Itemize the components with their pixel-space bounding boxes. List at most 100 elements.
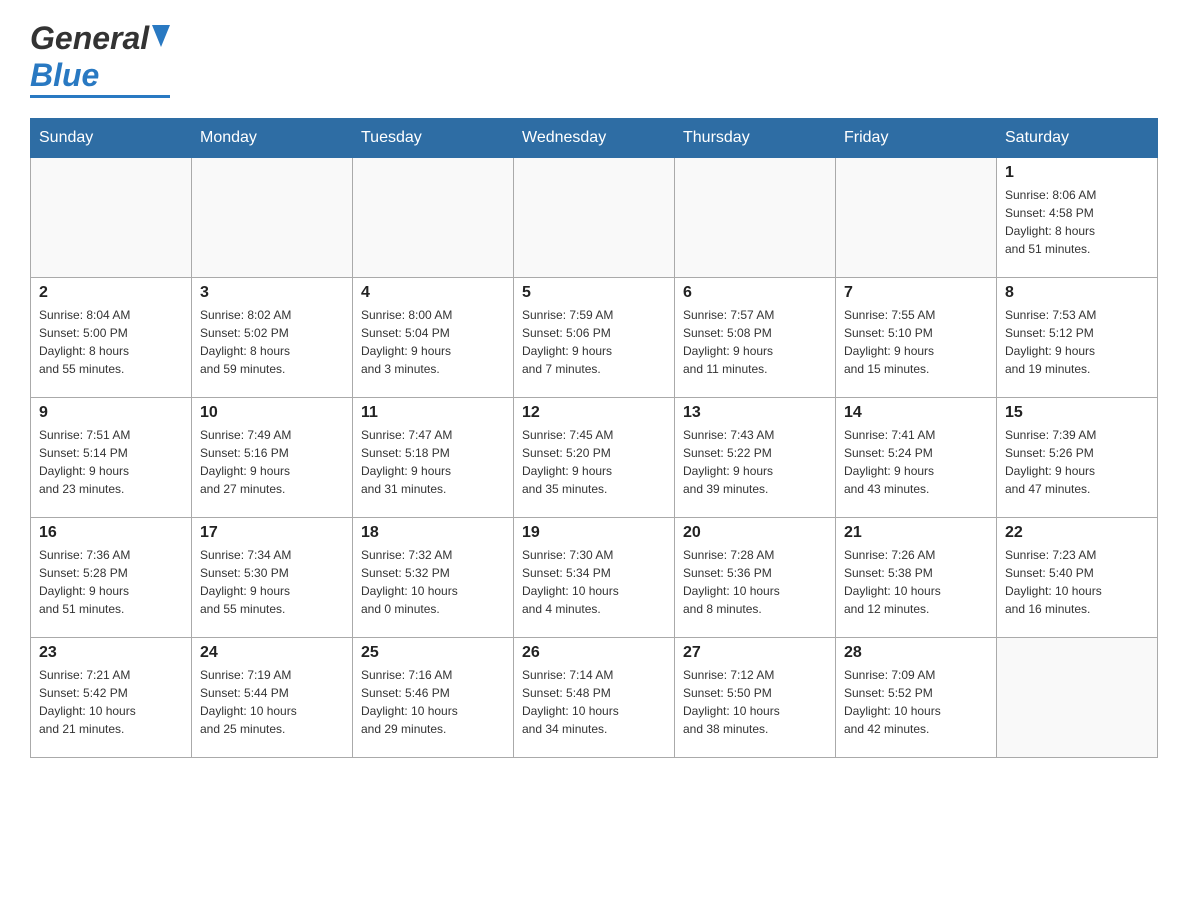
day-number: 22 — [1005, 524, 1149, 542]
calendar-cell: 8Sunrise: 7:53 AMSunset: 5:12 PMDaylight… — [997, 278, 1158, 398]
logo-general-text: General — [30, 20, 149, 57]
logo-blue-text: Blue — [30, 57, 99, 94]
weekday-header-thursday: Thursday — [675, 119, 836, 158]
weekday-header-sunday: Sunday — [31, 119, 192, 158]
week-row-1: 1 Sunrise: 8:06 AMSunset: 4:58 PMDaylight… — [31, 158, 1158, 278]
day-number: 9 — [39, 404, 183, 422]
day-info: Sunrise: 8:04 AMSunset: 5:00 PMDaylight:… — [39, 306, 183, 378]
day-info: Sunrise: 8:00 AMSunset: 5:04 PMDaylight:… — [361, 306, 505, 378]
day-number: 17 — [200, 524, 344, 542]
day-number: 12 — [522, 404, 666, 422]
calendar-cell: 23 Sunrise: 7:21 AMSunset: 5:42 PMDayligh… — [31, 638, 192, 758]
day-number: 2 — [39, 284, 183, 302]
calendar-cell: 15 Sunrise: 7:39 AMSunset: 5:26 PMDayligh… — [997, 398, 1158, 518]
calendar-cell: 18 Sunrise: 7:32 AMSunset: 5:32 PMDayligh… — [353, 518, 514, 638]
weekday-header-wednesday: Wednesday — [514, 119, 675, 158]
day-info: Sunrise: 7:32 AMSunset: 5:32 PMDaylight:… — [361, 546, 505, 618]
day-number: 18 — [361, 524, 505, 542]
calendar-cell: 17 Sunrise: 7:34 AMSunset: 5:30 PMDayligh… — [192, 518, 353, 638]
day-info: Sunrise: 8:06 AMSunset: 4:58 PMDaylight:… — [1005, 186, 1149, 258]
week-row-5: 23 Sunrise: 7:21 AMSunset: 5:42 PMDayligh… — [31, 638, 1158, 758]
calendar-cell: 2 Sunrise: 8:04 AMSunset: 5:00 PMDaylight… — [31, 278, 192, 398]
day-info: Sunrise: 7:55 AMSunset: 5:10 PMDaylight:… — [844, 306, 988, 378]
calendar-cell: 12 Sunrise: 7:45 AMSunset: 5:20 PMDayligh… — [514, 398, 675, 518]
calendar-cell: 20Sunrise: 7:28 AMSunset: 5:36 PMDayligh… — [675, 518, 836, 638]
weekday-header-friday: Friday — [836, 119, 997, 158]
day-info: Sunrise: 7:12 AMSunset: 5:50 PMDaylight:… — [683, 666, 827, 738]
day-info: Sunrise: 7:21 AMSunset: 5:42 PMDaylight:… — [39, 666, 183, 738]
day-number: 5 — [522, 284, 666, 302]
calendar-cell: 28 Sunrise: 7:09 AMSunset: 5:52 PMDayligh… — [836, 638, 997, 758]
weekday-header-tuesday: Tuesday — [353, 119, 514, 158]
calendar-cell: 1 Sunrise: 8:06 AMSunset: 4:58 PMDaylight… — [997, 158, 1158, 278]
day-info: Sunrise: 7:39 AMSunset: 5:26 PMDaylight:… — [1005, 426, 1149, 498]
calendar-cell: 11Sunrise: 7:47 AMSunset: 5:18 PMDayligh… — [353, 398, 514, 518]
day-info: Sunrise: 7:09 AMSunset: 5:52 PMDaylight:… — [844, 666, 988, 738]
weekday-header-row: SundayMondayTuesdayWednesdayThursdayFrid… — [31, 119, 1158, 158]
page-header: General Blue — [30, 20, 1158, 98]
weekday-header-monday: Monday — [192, 119, 353, 158]
day-number: 3 — [200, 284, 344, 302]
calendar-cell: 22 Sunrise: 7:23 AMSunset: 5:40 PMDayligh… — [997, 518, 1158, 638]
day-number: 1 — [1005, 164, 1149, 182]
logo-arrow-icon — [152, 25, 170, 52]
day-number: 16 — [39, 524, 183, 542]
calendar-cell: 6Sunrise: 7:57 AMSunset: 5:08 PMDaylight… — [675, 278, 836, 398]
day-info: Sunrise: 7:28 AMSunset: 5:36 PMDaylight:… — [683, 546, 827, 618]
calendar-cell — [675, 158, 836, 278]
day-number: 25 — [361, 644, 505, 662]
week-row-4: 16 Sunrise: 7:36 AMSunset: 5:28 PMDayligh… — [31, 518, 1158, 638]
calendar-cell — [31, 158, 192, 278]
day-number: 4 — [361, 284, 505, 302]
day-info: Sunrise: 7:36 AMSunset: 5:28 PMDaylight:… — [39, 546, 183, 618]
week-row-3: 9Sunrise: 7:51 AMSunset: 5:14 PMDaylight… — [31, 398, 1158, 518]
calendar-cell — [997, 638, 1158, 758]
calendar-cell: 24Sunrise: 7:19 AMSunset: 5:44 PMDayligh… — [192, 638, 353, 758]
day-info: Sunrise: 7:59 AMSunset: 5:06 PMDaylight:… — [522, 306, 666, 378]
day-number: 24 — [200, 644, 344, 662]
day-number: 7 — [844, 284, 988, 302]
calendar-cell: 14Sunrise: 7:41 AMSunset: 5:24 PMDayligh… — [836, 398, 997, 518]
calendar-cell: 26 Sunrise: 7:14 AMSunset: 5:48 PMDayligh… — [514, 638, 675, 758]
calendar-cell: 13 Sunrise: 7:43 AMSunset: 5:22 PMDayligh… — [675, 398, 836, 518]
calendar-cell: 27 Sunrise: 7:12 AMSunset: 5:50 PMDayligh… — [675, 638, 836, 758]
day-info: Sunrise: 7:30 AMSunset: 5:34 PMDaylight:… — [522, 546, 666, 618]
calendar-cell: 19 Sunrise: 7:30 AMSunset: 5:34 PMDayligh… — [514, 518, 675, 638]
day-number: 23 — [39, 644, 183, 662]
day-info: Sunrise: 7:53 AMSunset: 5:12 PMDaylight:… — [1005, 306, 1149, 378]
day-info: Sunrise: 7:43 AMSunset: 5:22 PMDaylight:… — [683, 426, 827, 498]
day-info: Sunrise: 7:26 AMSunset: 5:38 PMDaylight:… — [844, 546, 988, 618]
day-number: 13 — [683, 404, 827, 422]
day-info: Sunrise: 7:16 AMSunset: 5:46 PMDaylight:… — [361, 666, 505, 738]
calendar-cell: 4 Sunrise: 8:00 AMSunset: 5:04 PMDaylight… — [353, 278, 514, 398]
day-number: 28 — [844, 644, 988, 662]
day-number: 15 — [1005, 404, 1149, 422]
day-info: Sunrise: 7:14 AMSunset: 5:48 PMDaylight:… — [522, 666, 666, 738]
day-info: Sunrise: 7:34 AMSunset: 5:30 PMDaylight:… — [200, 546, 344, 618]
logo-underline — [30, 95, 170, 98]
day-number: 27 — [683, 644, 827, 662]
day-number: 10 — [200, 404, 344, 422]
calendar-cell — [353, 158, 514, 278]
day-number: 19 — [522, 524, 666, 542]
day-number: 26 — [522, 644, 666, 662]
calendar-cell: 16 Sunrise: 7:36 AMSunset: 5:28 PMDayligh… — [31, 518, 192, 638]
day-info: Sunrise: 8:02 AMSunset: 5:02 PMDaylight:… — [200, 306, 344, 378]
day-number: 14 — [844, 404, 988, 422]
calendar-cell: 21 Sunrise: 7:26 AMSunset: 5:38 PMDayligh… — [836, 518, 997, 638]
weekday-header-saturday: Saturday — [997, 119, 1158, 158]
calendar-cell: 25 Sunrise: 7:16 AMSunset: 5:46 PMDayligh… — [353, 638, 514, 758]
calendar-cell — [192, 158, 353, 278]
day-number: 6 — [683, 284, 827, 302]
day-number: 21 — [844, 524, 988, 542]
calendar-table: SundayMondayTuesdayWednesdayThursdayFrid… — [30, 118, 1158, 758]
calendar-cell: 9Sunrise: 7:51 AMSunset: 5:14 PMDaylight… — [31, 398, 192, 518]
day-info: Sunrise: 7:23 AMSunset: 5:40 PMDaylight:… — [1005, 546, 1149, 618]
calendar-cell: 7 Sunrise: 7:55 AMSunset: 5:10 PMDaylight… — [836, 278, 997, 398]
day-number: 11 — [361, 404, 505, 422]
week-row-2: 2 Sunrise: 8:04 AMSunset: 5:00 PMDaylight… — [31, 278, 1158, 398]
calendar-cell — [836, 158, 997, 278]
logo-blue-row: Blue — [30, 57, 170, 94]
day-info: Sunrise: 7:45 AMSunset: 5:20 PMDaylight:… — [522, 426, 666, 498]
calendar-cell — [514, 158, 675, 278]
